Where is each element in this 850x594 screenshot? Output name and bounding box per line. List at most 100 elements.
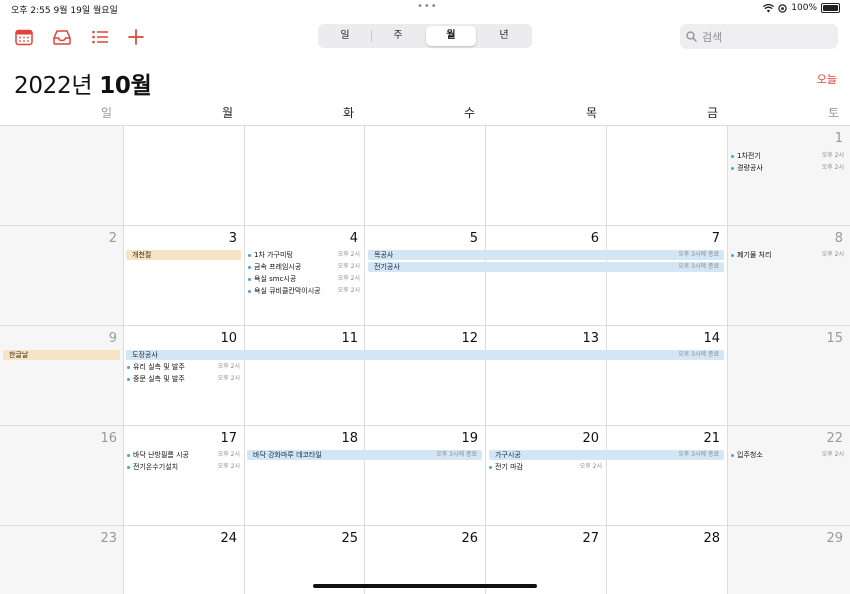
day-number[interactable]: 8	[813, 231, 843, 246]
day-number[interactable]: 19	[448, 431, 478, 446]
day-number[interactable]: 2	[87, 231, 117, 246]
multiday-event[interactable]: 가구시공 오후 3시에 종료	[489, 450, 724, 460]
event-dot-icon	[248, 277, 251, 281]
weekday-sat: 토	[827, 106, 839, 120]
list-icon[interactable]	[90, 27, 110, 47]
event-dot-icon	[127, 453, 130, 457]
day-number[interactable]: 1	[813, 131, 843, 146]
day-number[interactable]: 6	[569, 231, 599, 246]
segment-divider	[371, 30, 372, 42]
event-dot-icon	[731, 154, 734, 158]
day-number[interactable]: 12	[448, 331, 478, 346]
status-right: 100%	[763, 3, 840, 13]
calendar-event[interactable]: 1차 가구미팅 오후 2시	[248, 250, 360, 260]
event-dot-icon	[248, 253, 251, 257]
battery-percent: 100%	[791, 3, 817, 13]
event-dot-icon	[489, 465, 492, 469]
day-number[interactable]: 5	[448, 231, 478, 246]
grid-line	[0, 525, 850, 526]
event-dot-icon	[127, 365, 130, 369]
calendar-event[interactable]: 1차전기 오후 2시	[731, 151, 844, 161]
day-number[interactable]: 24	[207, 531, 237, 546]
event-dot-icon	[248, 265, 251, 269]
day-number[interactable]: 10	[207, 331, 237, 346]
month-label: 10월	[99, 73, 152, 99]
home-indicator[interactable]	[313, 584, 537, 588]
weekday-mon: 월	[221, 106, 233, 120]
weekday-thu: 목	[585, 106, 597, 120]
event-dot-icon	[127, 465, 130, 469]
calendar-icon[interactable]	[14, 27, 34, 47]
year-label: 2022년	[14, 73, 100, 99]
multitasking-dots-icon[interactable]: •••	[417, 1, 438, 12]
calendar-event[interactable]: 경량공사 오후 2시	[731, 163, 844, 173]
grid-line	[727, 125, 728, 594]
day-number[interactable]: 15	[813, 331, 843, 346]
day-number[interactable]: 28	[690, 531, 720, 546]
calendar-event[interactable]: 욕실 smc시공 오후 2시	[248, 274, 360, 284]
status-time: 오후 2:55 9월 19일 월요일	[11, 6, 118, 16]
grid-line	[0, 225, 850, 226]
today-button[interactable]: 오늘	[817, 71, 837, 87]
calendar-event[interactable]: 전기온수기설치 오후 2시	[127, 462, 240, 472]
day-number[interactable]: 11	[328, 331, 358, 346]
orientation-lock-icon	[778, 3, 787, 13]
add-icon[interactable]	[126, 27, 146, 47]
search-field[interactable]	[680, 24, 838, 51]
multiday-event[interactable]: 전기공사 오후 3시에 종료	[368, 262, 724, 272]
day-number[interactable]: 22	[813, 431, 843, 446]
day-number[interactable]: 26	[448, 531, 478, 546]
multiday-event[interactable]: 바닥 강화마루 데코타일 오후 3시에 종료	[247, 450, 482, 460]
calendar-event[interactable]: 전기 마감 오후 2시	[489, 462, 602, 472]
grid-line	[0, 325, 850, 326]
calendar-event[interactable]: 바닥 난방필름 시공 오후 2시	[127, 450, 240, 460]
grid-line	[0, 125, 850, 126]
search-input[interactable]	[700, 24, 834, 51]
wifi-icon	[763, 3, 775, 12]
calendar-event[interactable]: 입주청소 오후 2시	[731, 450, 844, 460]
battery-icon	[821, 3, 840, 13]
status-bar: 오후 2:55 9월 19일 월요일 ••• 100%	[0, 0, 850, 18]
day-number[interactable]: 20	[569, 431, 599, 446]
view-segmented-control: 일 주 월 년	[318, 24, 532, 48]
calendar-event[interactable]: 욕실 큐비클칸막이시공 오후 2시	[248, 286, 360, 296]
weekday-tue: 화	[342, 106, 354, 120]
weekday-fri: 금	[706, 106, 718, 120]
day-number[interactable]: 29	[813, 531, 843, 546]
event-dot-icon	[731, 253, 734, 257]
event-dot-icon	[731, 453, 734, 457]
tab-month[interactable]: 월	[426, 26, 476, 46]
month-grid: 1 2 3 4 5 6 7 8 9 10 11 12 13 14 15 16 1…	[0, 125, 850, 594]
day-number[interactable]: 9	[87, 331, 117, 346]
day-number[interactable]: 27	[569, 531, 599, 546]
tab-week[interactable]: 주	[373, 26, 423, 46]
tab-year[interactable]: 년	[479, 26, 529, 46]
tab-day[interactable]: 일	[320, 26, 370, 46]
calendar-event[interactable]: 폐기물 처리 오후 2시	[731, 250, 844, 260]
day-number[interactable]: 18	[328, 431, 358, 446]
day-number[interactable]: 25	[328, 531, 358, 546]
search-icon	[686, 31, 697, 42]
holiday-event[interactable]: 한글날	[3, 350, 120, 360]
day-number[interactable]: 23	[87, 531, 117, 546]
day-number[interactable]: 13	[569, 331, 599, 346]
holiday-event[interactable]: 개천절	[126, 250, 241, 260]
calendar-event[interactable]: 중문 실측 및 발주 오후 2시	[127, 374, 240, 384]
day-number[interactable]: 16	[87, 431, 117, 446]
event-dot-icon	[248, 289, 251, 293]
month-title: 2022년 10월	[14, 66, 152, 100]
day-number[interactable]: 4	[328, 231, 358, 246]
day-number[interactable]: 14	[690, 331, 720, 346]
calendar-event[interactable]: 유리 실측 및 발주 오후 2시	[127, 362, 240, 372]
inbox-icon[interactable]	[52, 27, 72, 47]
grid-line	[0, 425, 850, 426]
day-number[interactable]: 7	[690, 231, 720, 246]
day-number[interactable]: 3	[207, 231, 237, 246]
day-number[interactable]: 17	[207, 431, 237, 446]
calendar-event[interactable]: 금속 프레임시공 오후 2시	[248, 262, 360, 272]
multiday-event[interactable]: 목공사 오후 3시에 종료	[368, 250, 724, 260]
weekday-wed: 수	[463, 106, 475, 120]
grid-line	[123, 125, 124, 594]
day-number[interactable]: 21	[690, 431, 720, 446]
multiday-event[interactable]: 도장공사 오후 3시에 종료	[126, 350, 724, 360]
